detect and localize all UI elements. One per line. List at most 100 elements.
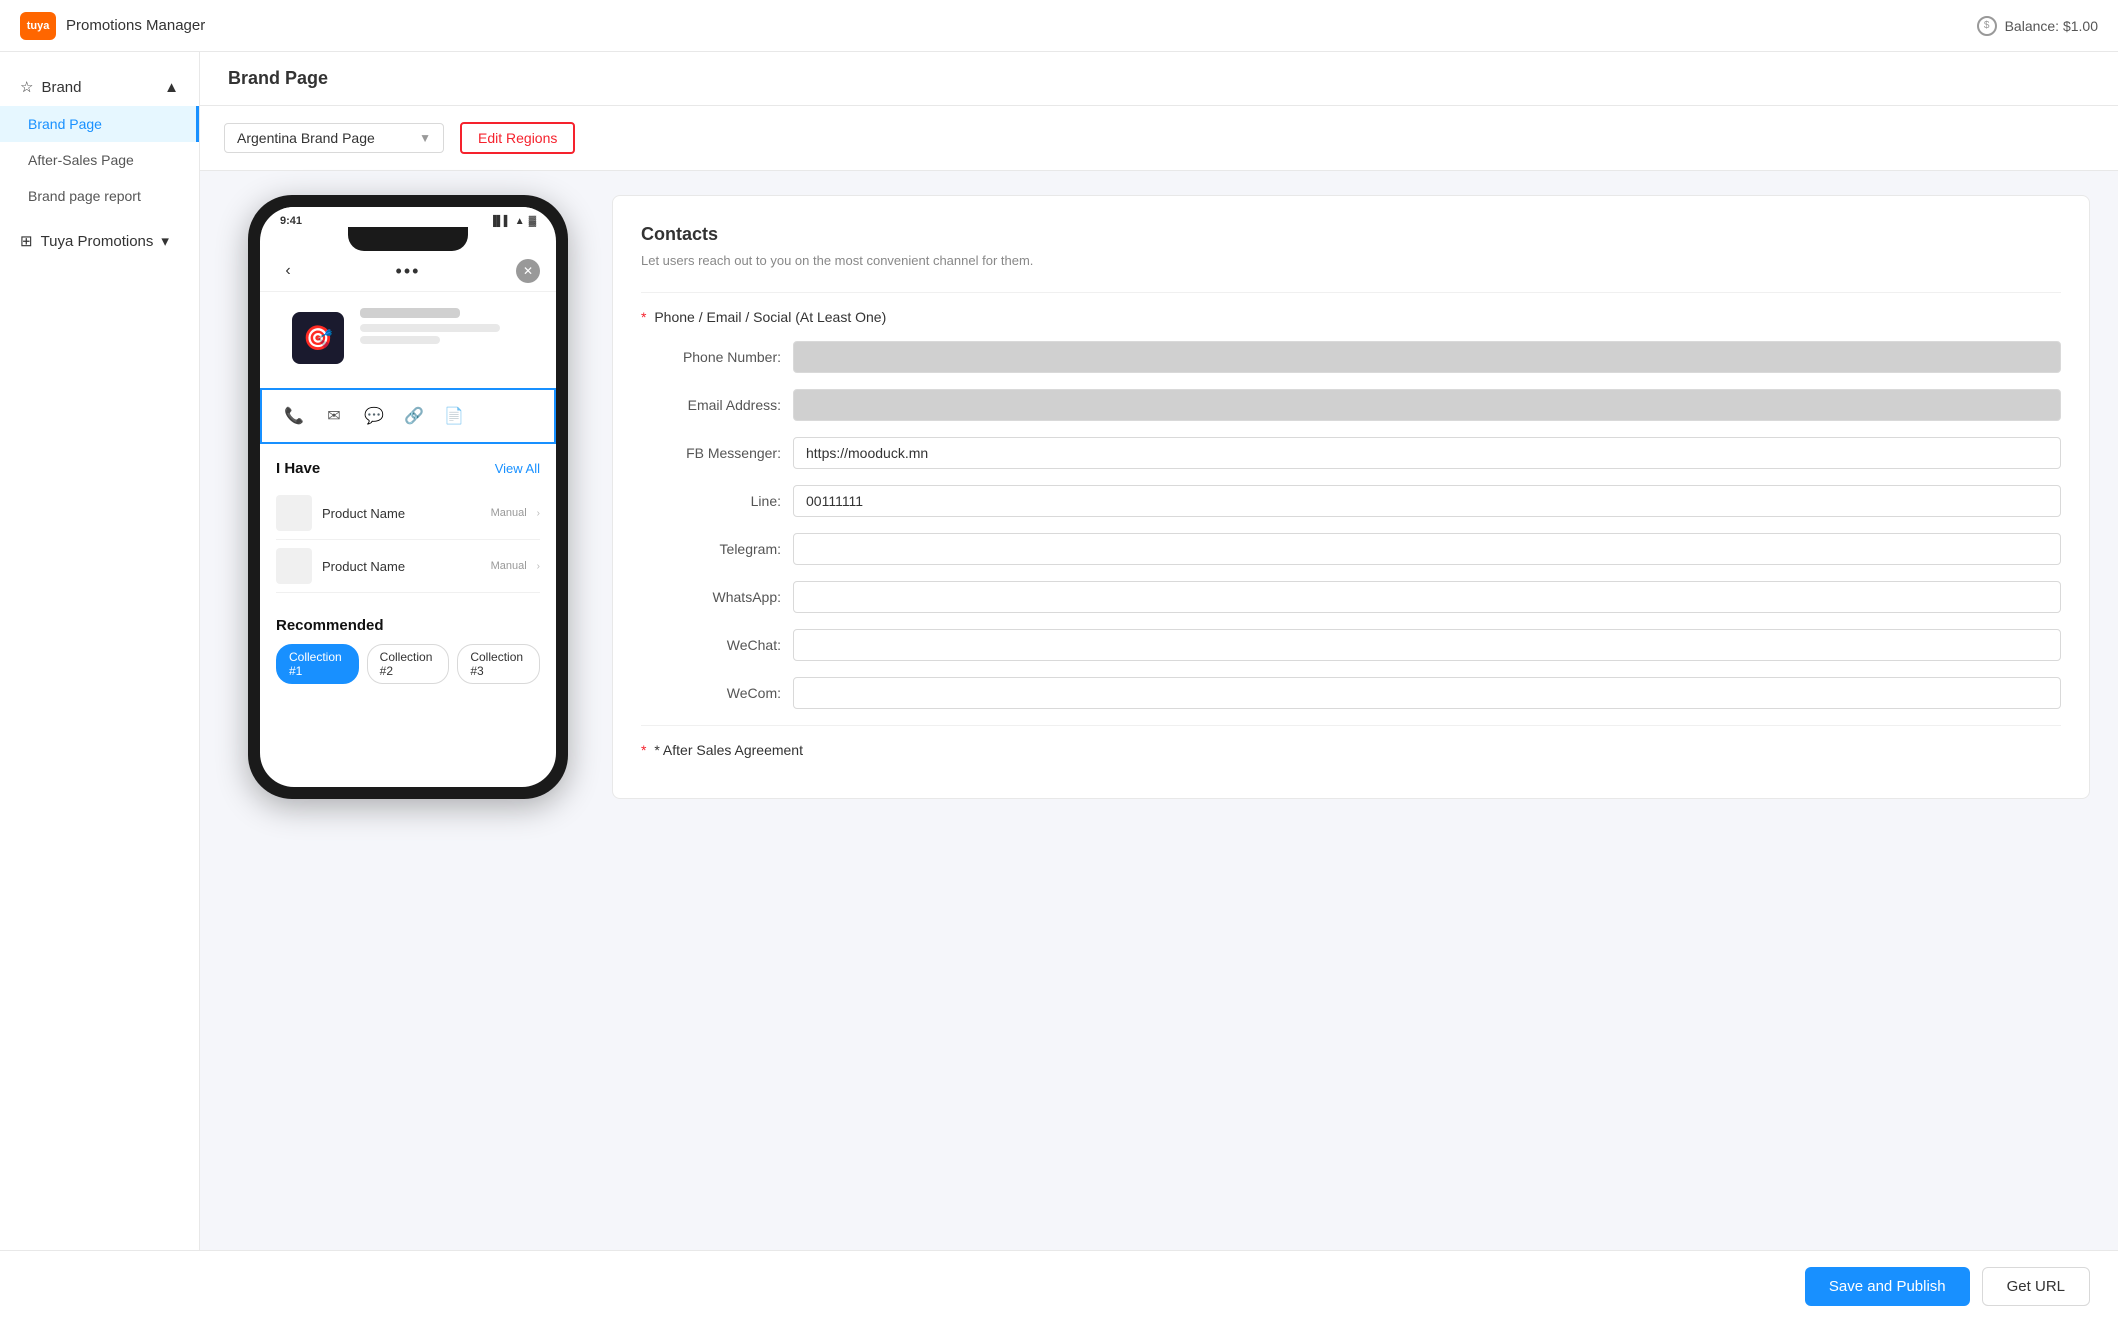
phone-i-have-title: I Have xyxy=(276,460,320,477)
sidebar-brand-label: Brand xyxy=(41,79,81,96)
phone-mockup: 9:41 ▐▌▌ ▲ ▓ ‹ ••• xyxy=(248,195,568,799)
get-url-button[interactable]: Get URL xyxy=(1982,1267,2090,1306)
phone-product-thumb-1 xyxy=(276,495,312,531)
telegram-input[interactable] xyxy=(793,533,2061,565)
contacts-divider-1 xyxy=(641,292,2061,293)
form-row-whatsapp: WhatsApp: xyxy=(641,581,2061,613)
phone-brand-desc1-placeholder xyxy=(360,324,500,332)
form-row-wechat: WeChat: xyxy=(641,629,2061,661)
phone-brand-name-placeholder xyxy=(360,308,460,318)
phone-collection-tab-1[interactable]: Collection #1 xyxy=(276,644,359,684)
phone-menu-icon[interactable]: ••• xyxy=(396,261,421,282)
sidebar-item-after-sales[interactable]: After-Sales Page xyxy=(0,142,199,178)
phone-close-icon[interactable]: ✕ xyxy=(516,259,540,283)
sidebar: ☆ Brand ▲ Brand Page After-Sales Page Br… xyxy=(0,52,200,1322)
phone-contact-phone-icon[interactable]: 📞 xyxy=(278,400,310,432)
phone-product-arrow-1: › xyxy=(537,508,540,519)
phone-battery-icon: ▓ xyxy=(529,216,536,227)
whatsapp-label: WhatsApp: xyxy=(641,589,781,605)
phone-contact-email-icon[interactable]: ✉ xyxy=(318,400,350,432)
main-layout: ☆ Brand ▲ Brand Page After-Sales Page Br… xyxy=(0,52,2118,1322)
wechat-label: WeChat: xyxy=(641,637,781,653)
sidebar-item-brand-report[interactable]: Brand page report xyxy=(0,178,199,214)
phone-contact-messenger-icon[interactable]: 💬 xyxy=(358,400,390,432)
phone-product-name-2: Product Name xyxy=(322,559,481,574)
app-header: tuya Promotions Manager $ Balance: $1.00 xyxy=(0,0,2118,52)
contacts-required-label: * Phone / Email / Social (At Least One) xyxy=(641,309,2061,325)
page-title: Brand Page xyxy=(228,68,2090,89)
fb-messenger-label: FB Messenger: xyxy=(641,445,781,461)
phone-recommended-title: Recommended xyxy=(276,617,540,634)
phone-product-name-1: Product Name xyxy=(322,506,481,521)
phone-brand-text xyxy=(360,300,540,344)
bottom-bar: Save and Publish Get URL xyxy=(0,1250,2118,1322)
form-row-fb: FB Messenger: xyxy=(641,437,2061,469)
contacts-divider-2 xyxy=(641,725,2061,726)
header-left: tuya Promotions Manager xyxy=(20,12,205,40)
header-right: $ Balance: $1.00 xyxy=(1977,16,2098,36)
telegram-label: Telegram: xyxy=(641,541,781,557)
balance-icon: $ xyxy=(1977,16,1997,36)
gift-icon: ☆ xyxy=(20,78,33,96)
phone-signal-icon: ▐▌▌ xyxy=(490,216,511,227)
form-row-telegram: Telegram: xyxy=(641,533,2061,565)
phone-product-thumb-2 xyxy=(276,548,312,584)
email-label: Email Address: xyxy=(641,397,781,413)
phone-notch xyxy=(348,227,468,251)
phone-back-icon[interactable]: ‹ xyxy=(276,259,300,283)
phone-brand-info: 🎯 xyxy=(260,292,556,384)
wecom-label: WeCom: xyxy=(641,685,781,701)
wecom-input[interactable] xyxy=(793,677,2061,709)
edit-regions-button[interactable]: Edit Regions xyxy=(460,122,575,154)
phone-wifi-icon: ▲ xyxy=(515,216,525,227)
phone-contact-icons-row: 📞 ✉ 💬 🔗 📄 xyxy=(260,388,556,444)
region-bar: Argentina Brand Page ▼ Edit Regions xyxy=(200,106,2118,171)
phone-contact-line-icon[interactable]: 🔗 xyxy=(398,400,430,432)
phone-product-item-2: Product Name Manual › xyxy=(276,540,540,593)
phone-brand-desc2-placeholder xyxy=(360,336,440,344)
required-star: * xyxy=(641,309,646,325)
line-input[interactable] xyxy=(793,485,2061,517)
phone-avatar: 🎯 xyxy=(292,312,344,364)
phone-collection-tab-2[interactable]: Collection #2 xyxy=(367,644,450,684)
phone-number-input[interactable] xyxy=(793,341,2061,373)
phone-preview-panel: 9:41 ▐▌▌ ▲ ▓ ‹ ••• xyxy=(228,195,588,799)
contacts-panel: Contacts Let users reach out to you on t… xyxy=(612,195,2090,799)
phone-collection-tab-3[interactable]: Collection #3 xyxy=(457,644,540,684)
phone-contact-doc-icon[interactable]: 📄 xyxy=(438,400,470,432)
promotions-chevron-icon: ▾ xyxy=(161,232,169,250)
email-input[interactable] xyxy=(793,389,2061,421)
brand-chevron-icon: ▲ xyxy=(164,79,179,96)
phone-nav-bar: ‹ ••• ✕ xyxy=(260,251,556,292)
tuya-logo: tuya xyxy=(20,12,56,40)
after-sales-required-star: * xyxy=(641,742,646,758)
phone-number-label: Phone Number: xyxy=(641,349,781,365)
region-selected-label: Argentina Brand Page xyxy=(237,130,375,146)
phone-i-have-header: I Have View All xyxy=(276,460,540,477)
save-publish-button[interactable]: Save and Publish xyxy=(1805,1267,1970,1306)
phone-collection-tabs: Collection #1 Collection #2 Collection #… xyxy=(276,644,540,684)
region-dropdown[interactable]: Argentina Brand Page ▼ xyxy=(224,123,444,153)
wechat-input[interactable] xyxy=(793,629,2061,661)
sidebar-brand-header[interactable]: ☆ Brand ▲ xyxy=(0,68,199,106)
promotions-icon: ⊞ xyxy=(20,232,33,250)
whatsapp-input[interactable] xyxy=(793,581,2061,613)
contacts-title: Contacts xyxy=(641,224,2061,245)
content-panels: 9:41 ▐▌▌ ▲ ▓ ‹ ••• xyxy=(200,171,2118,879)
fb-messenger-input[interactable] xyxy=(793,437,2061,469)
phone-product-tag-2: Manual xyxy=(491,560,527,572)
app-title: Promotions Manager xyxy=(66,17,205,34)
form-row-line: Line: xyxy=(641,485,2061,517)
form-row-wecom: WeCom: xyxy=(641,677,2061,709)
phone-view-all-link[interactable]: View All xyxy=(495,461,540,476)
balance-label: Balance: $1.00 xyxy=(2005,18,2098,34)
sidebar-promotions-label: Tuya Promotions xyxy=(41,233,154,250)
phone-recommended-section: Recommended Collection #1 Collection #2 … xyxy=(260,605,556,696)
phone-product-tag-1: Manual xyxy=(491,507,527,519)
phone-screen: 9:41 ▐▌▌ ▲ ▓ ‹ ••• xyxy=(260,207,556,787)
sidebar-promotions-header[interactable]: ⊞ Tuya Promotions ▾ xyxy=(0,222,199,260)
page-header: Brand Page xyxy=(200,52,2118,106)
line-label: Line: xyxy=(641,493,781,509)
sidebar-item-brand-page[interactable]: Brand Page xyxy=(0,106,199,142)
region-chevron-icon: ▼ xyxy=(419,131,431,145)
